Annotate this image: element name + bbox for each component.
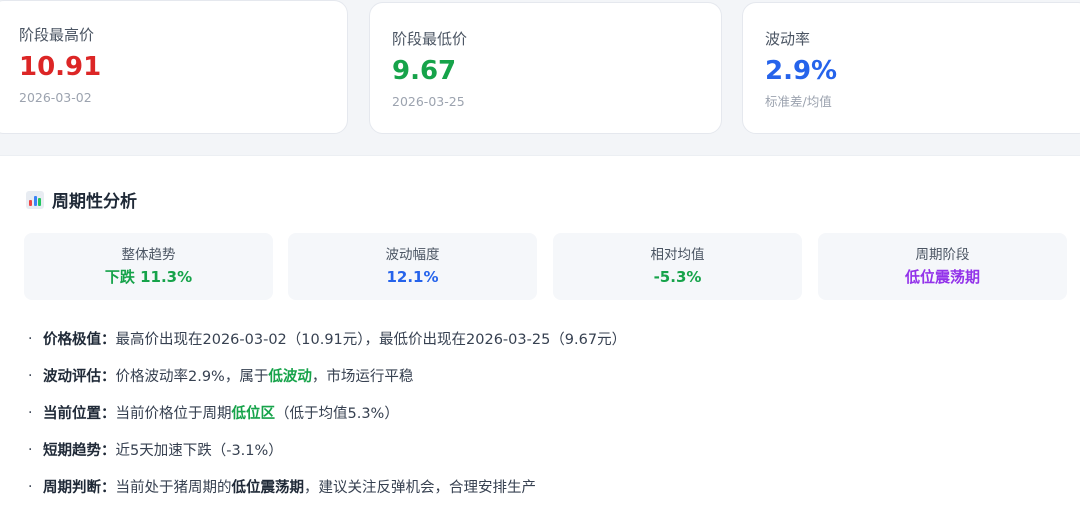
bullet: · [28,478,33,495]
item-key: 当前位置： [43,406,116,422]
item-key: 短期趋势： [43,443,116,459]
metric-cycle-stage: 周期阶段 低位震荡期 [818,233,1067,300]
panel-title: 周期性分析 [26,187,137,212]
list-item: · 波动评估： 价格波动率2.9%，属于 低波动 ，市场运行平稳 [28,357,626,394]
metric-overall-trend: 整体趋势 下跌 11.3% [24,233,273,300]
item-highlight: 低波动 [268,369,312,385]
metric-relative-mean: 相对均值 -5.3% [553,233,802,300]
bullet: · [28,404,33,421]
item-highlight: 低位震荡期 [231,480,305,496]
metric-value: -5.3% [653,268,702,286]
metric-value: 低位震荡期 [904,268,980,286]
stat-label: 阶段最高价 [19,26,95,44]
list-item: · 价格极值： 最高价出现在2026-03-02（10.91元），最低价出现在2… [28,320,626,357]
item-text: 最高价出现在2026-03-02（10.91元），最低价出现在2026-03-2… [115,332,627,348]
list-item: · 短期趋势： 近5天加速下跌（-3.1%） [28,431,626,468]
panel-title-text: 周期性分析 [52,192,137,212]
metric-label: 周期阶段 [915,247,970,263]
bar-chart-icon [26,190,44,209]
stat-card-period-high: 阶段最高价 10.91 2026-03-02 [0,0,348,134]
stat-value: 10.91 [19,52,102,82]
stat-date: 2026-03-02 [19,90,92,105]
bullet: · [28,441,33,458]
item-text-tail: （低于均值5.3%） [275,406,399,422]
item-text: 价格波动率2.9%，属于 [115,369,269,385]
item-text: 当前处于猪周期的 [115,480,232,496]
stat-label: 阶段最低价 [392,30,468,48]
item-highlight: 低位区 [231,406,276,422]
item-text: 当前价格位于周期 [115,406,232,422]
metric-label: 波动幅度 [385,247,440,263]
item-key: 价格极值： [43,332,116,348]
summary-stats-row: 阶段最高价 10.91 2026-03-02 阶段最低价 9.67 2026-0… [0,0,1080,150]
item-text-tail: ，市场运行平稳 [311,369,414,385]
metric-volatility-range: 波动幅度 12.1% [288,233,537,300]
stat-value: 9.67 [392,56,457,86]
stat-note: 标准差/均值 [765,94,832,109]
stat-label: 波动率 [765,30,811,48]
metric-value: 下跌 11.3% [104,268,193,286]
analysis-list: · 价格极值： 最高价出现在2026-03-02（10.91元），最低价出现在2… [28,320,626,505]
item-key: 周期判断： [43,480,116,496]
list-item: · 当前位置： 当前价格位于周期 低位区 （低于均值5.3%） [28,394,626,431]
metric-label: 相对均值 [650,247,705,263]
bullet: · [28,367,33,384]
metric-label: 整体趋势 [121,247,176,263]
stat-value: 2.9% [765,56,838,86]
item-text: 近5天加速下跌（-3.1%） [115,443,283,459]
metric-value: 12.1% [386,268,439,286]
stat-card-period-low: 阶段最低价 9.67 2026-03-25 [369,2,722,134]
list-item: · 周期判断： 当前处于猪周期的 低位震荡期 ，建议关注反弹机会，合理安排生产 [28,468,626,505]
bullet: · [28,330,33,347]
cycle-analysis-panel: 周期性分析 整体趋势 下跌 11.3% 波动幅度 12.1% 相对均值 -5.3… [0,155,1080,526]
stat-card-volatility: 波动率 2.9% 标准差/均值 [742,2,1080,134]
stat-date: 2026-03-25 [392,94,465,109]
item-key: 波动评估： [43,369,116,385]
item-text-tail: ，建议关注反弹机会，合理安排生产 [304,480,536,496]
